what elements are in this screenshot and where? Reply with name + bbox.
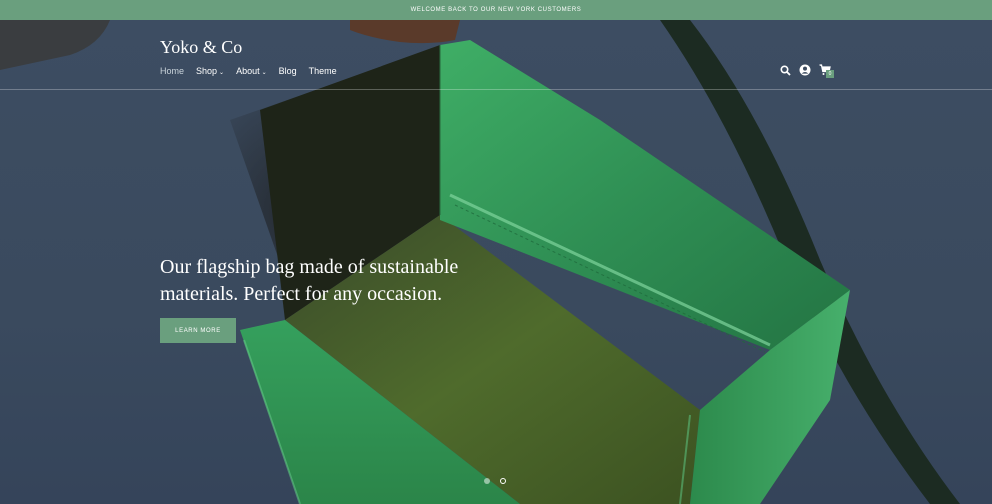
nav-item-about[interactable]: About ⌄ [236,66,267,76]
nav-item-label: Shop [196,66,218,76]
chevron-down-icon: ⌄ [261,69,267,76]
nav-item-label: About [236,66,260,76]
chevron-down-icon: ⌄ [219,69,225,76]
site-logo[interactable]: Yoko & Co [160,37,242,58]
main-nav: Home Shop ⌄ About ⌄ Blog Theme [160,66,337,76]
nav-item-label: Home [160,66,185,76]
hero-headline: Our flagship bag made of sustainable mat… [160,256,459,305]
slideshow-dots [484,478,506,484]
cart-icon[interactable]: 0 [819,64,834,78]
announcement-text: WELCOME BACK TO OUR NEW YORK CUSTOMERS [410,7,582,13]
nav-item-home[interactable]: Home [160,66,184,76]
site-header: Yoko & Co Home Shop ⌄ About ⌄ Blog Theme [0,20,992,90]
nav-item-label: Blog [278,66,297,76]
learn-more-button[interactable]: LEARN MORE [160,318,236,343]
cart-count-badge: 0 [826,70,834,78]
nav-item-label: Theme [308,66,337,76]
page: WELCOME BACK TO OUR NEW YORK CUSTOMERS Y… [0,0,992,504]
search-icon[interactable] [779,64,791,76]
account-icon[interactable] [799,64,811,76]
nav-item-blog[interactable]: Blog [279,66,297,76]
nav-item-shop[interactable]: Shop ⌄ [196,66,224,76]
announcement-bar: WELCOME BACK TO OUR NEW YORK CUSTOMERS [0,0,992,20]
slide-dot-1[interactable] [484,478,490,484]
nav-item-theme[interactable]: Theme [309,66,337,76]
header-icons: 0 [779,64,834,78]
slide-dot-2[interactable] [500,478,506,484]
